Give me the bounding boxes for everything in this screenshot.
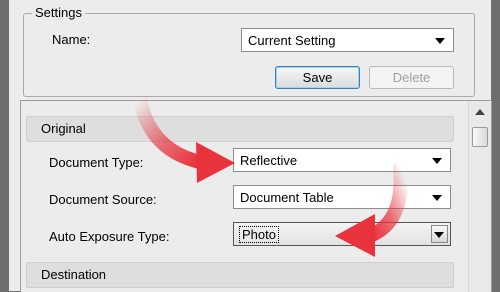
auto-exposure-value: Photo — [239, 226, 279, 243]
chevron-down-icon — [432, 158, 442, 164]
document-type-label: Document Type: — [49, 155, 144, 170]
chevron-down-icon — [435, 38, 445, 44]
section-destination-label: Destination — [41, 267, 107, 282]
document-type-value: Reflective — [240, 153, 298, 168]
auto-exposure-label: Auto Exposure Type: — [49, 229, 170, 244]
document-type-select[interactable]: Reflective — [233, 148, 451, 172]
name-select[interactable]: Current Setting — [241, 28, 454, 52]
vertical-scrollbar[interactable] — [468, 101, 491, 292]
document-source-select[interactable]: Document Table — [233, 185, 451, 209]
auto-exposure-select[interactable]: Photo — [233, 222, 451, 246]
settings-group-title: Settings — [32, 5, 85, 20]
settings-window: Settings Name: Current Setting Save Dele… — [9, 0, 492, 292]
name-label: Name: — [52, 32, 91, 47]
section-original[interactable]: Original — [26, 116, 454, 142]
options-panel: Original Document Type: Reflective Docum… — [20, 100, 492, 292]
scroll-up-arrow-icon[interactable] — [475, 109, 485, 115]
save-button[interactable]: Save — [275, 66, 360, 89]
scroll-thumb[interactable] — [472, 127, 488, 147]
chevron-down-icon — [434, 232, 444, 238]
section-destination[interactable]: Destination — [26, 262, 454, 288]
delete-button[interactable]: Delete — [369, 66, 454, 89]
dropdown-button[interactable] — [431, 225, 448, 243]
document-source-label: Document Source: — [49, 192, 157, 207]
chevron-down-icon — [432, 195, 442, 201]
settings-group: Settings Name: Current Setting Save Dele… — [23, 5, 475, 97]
document-source-value: Document Table — [240, 190, 334, 205]
name-select-value: Current Setting — [248, 33, 336, 48]
section-original-label: Original — [41, 121, 86, 136]
